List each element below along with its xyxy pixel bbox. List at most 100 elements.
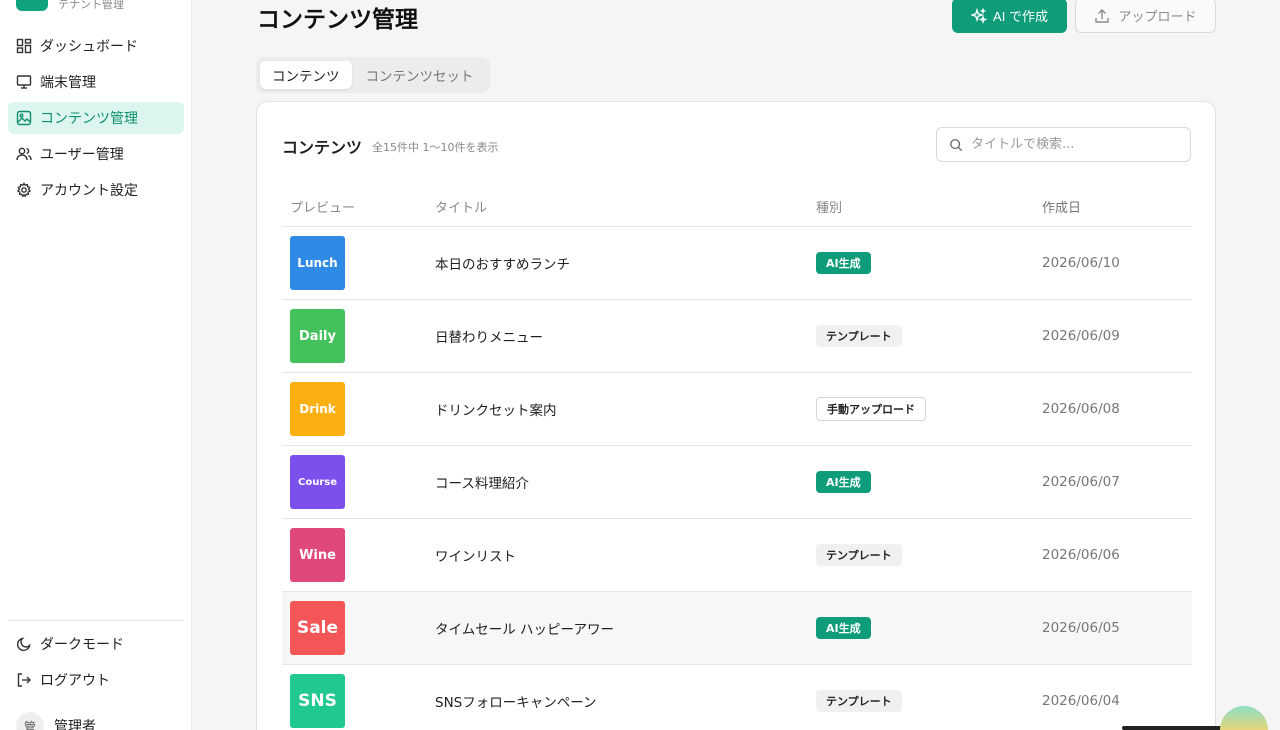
dashboard-icon: [16, 38, 32, 54]
ai-create-label: AI で作成: [993, 9, 1048, 24]
sidebar-nav: ダッシュボード 端末管理 コンテンツ管理 ユーザー管理 アカウント設定: [8, 30, 184, 210]
type-badge: AI生成: [816, 617, 871, 639]
title-cell[interactable]: SNSフォローキャンペーン: [427, 691, 808, 711]
title-cell[interactable]: ドリンクセット案内: [427, 399, 808, 419]
floating-assistant-button[interactable]: [1220, 706, 1268, 730]
type-badge: テンプレート: [816, 690, 902, 712]
search-input[interactable]: [971, 137, 1171, 152]
type-badge: テンプレート: [816, 325, 902, 347]
page-title: コンテンツ管理: [257, 7, 418, 33]
sidebar: テナント管理 ダッシュボード 端末管理 コンテンツ管理 ユーザー管理 アカウント…: [0, 0, 192, 730]
created-date-cell: 2026/06/04: [1042, 693, 1120, 709]
monitor-icon: [16, 75, 32, 89]
logout-button[interactable]: ログアウト: [8, 664, 184, 696]
gear-icon: [16, 182, 32, 198]
users-icon: [16, 147, 32, 161]
avatar: 管: [16, 712, 44, 730]
type-cell: AI生成: [808, 252, 1034, 274]
table-row[interactable]: Drink ドリンクセット案内 手動アップロード 2026/06/08: [282, 373, 1192, 446]
title-cell[interactable]: ワインリスト: [427, 545, 808, 565]
sidebar-item-users[interactable]: ユーザー管理: [8, 138, 184, 170]
table-row[interactable]: SNS SNSフォローキャンペーン テンプレート 2026/06/04: [282, 665, 1192, 730]
table-row[interactable]: Wine ワインリスト テンプレート 2026/06/06: [282, 519, 1192, 592]
title-cell[interactable]: 本日のおすすめランチ: [427, 253, 808, 273]
table-body: Lunch 本日のおすすめランチ AI生成 2026/06/10 Daily 日…: [282, 227, 1192, 730]
sidebar-item-dashboard[interactable]: ダッシュボード: [8, 30, 184, 62]
type-cell: AI生成: [808, 471, 1034, 493]
table-row[interactable]: Daily 日替わりメニュー テンプレート 2026/06/09: [282, 300, 1192, 373]
sidebar-item-label: コンテンツ管理: [40, 111, 138, 127]
preview-thumbnail[interactable]: Sale: [290, 601, 345, 655]
brand-subtitle: テナント管理: [58, 0, 124, 11]
card-title: コンテンツ: [282, 138, 363, 157]
column-header-preview[interactable]: プレビュー: [282, 197, 427, 216]
preview-thumbnail[interactable]: Lunch: [290, 236, 345, 290]
type-cell: テンプレート: [808, 544, 1034, 566]
title-cell[interactable]: 日替わりメニュー: [427, 326, 808, 346]
type-badge: AI生成: [816, 471, 871, 493]
upload-icon: [1095, 8, 1110, 23]
sidebar-item-contents[interactable]: コンテンツ管理: [8, 102, 184, 134]
contents-table: プレビュー タイトル 種別 作成日 Lunch 本日のおすすめランチ AI生成 …: [282, 186, 1192, 730]
search-icon: [950, 138, 963, 151]
result-count: 全15件中 1〜10件を表示: [372, 141, 499, 154]
title-cell[interactable]: タイムセール ハッピーアワー: [427, 618, 808, 638]
logout-icon: [17, 673, 31, 687]
floating-toolbar: [1122, 726, 1222, 730]
ai-create-button[interactable]: AI で作成: [952, 0, 1067, 33]
image-icon: [16, 110, 32, 126]
type-cell: テンプレート: [808, 325, 1034, 347]
column-header-title[interactable]: タイトル: [427, 197, 808, 216]
preview-cell: Course: [282, 455, 427, 509]
preview-thumbnail[interactable]: SNS: [290, 674, 345, 728]
column-header-created[interactable]: 作成日: [1034, 197, 1192, 216]
sidebar-item-label: アカウント設定: [40, 183, 138, 199]
table-row[interactable]: Sale タイムセール ハッピーアワー AI生成 2026/06/05: [282, 592, 1192, 665]
preview-thumbnail[interactable]: Wine: [290, 528, 345, 582]
preview-cell: Drink: [282, 382, 427, 436]
preview-cell: Lunch: [282, 236, 427, 290]
dark-mode-label: ダークモード: [40, 637, 124, 653]
brand: テナント管理: [16, 0, 124, 12]
sparkles-icon: [971, 7, 988, 24]
type-cell: AI生成: [808, 617, 1034, 639]
title-cell[interactable]: コース料理紹介: [427, 472, 808, 492]
created-date-cell: 2026/06/07: [1042, 474, 1120, 490]
sidebar-item-label: 端末管理: [40, 75, 96, 91]
type-badge: 手動アップロード: [816, 397, 926, 421]
sidebar-item-label: ユーザー管理: [40, 147, 124, 163]
created-date-cell: 2026/06/10: [1042, 255, 1120, 271]
upload-button[interactable]: アップロード: [1075, 0, 1216, 33]
preview-cell: Sale: [282, 601, 427, 655]
preview-cell: SNS: [282, 674, 427, 728]
table-row[interactable]: Course コース料理紹介 AI生成 2026/06/07: [282, 446, 1192, 519]
created-date-cell: 2026/06/05: [1042, 620, 1120, 636]
search-box[interactable]: [936, 127, 1191, 162]
type-badge: テンプレート: [816, 544, 902, 566]
brand-logo: [16, 0, 48, 11]
preview-thumbnail[interactable]: Drink: [290, 382, 345, 436]
table-header: プレビュー タイトル 種別 作成日: [282, 186, 1192, 227]
sidebar-divider: [8, 620, 184, 621]
preview-thumbnail[interactable]: Daily: [290, 309, 345, 363]
tab-contents[interactable]: コンテンツ: [260, 61, 352, 89]
preview-cell: Wine: [282, 528, 427, 582]
contents-card: コンテンツ 全15件中 1〜10件を表示 プレビュー タイトル 種別 作成日 L…: [256, 101, 1216, 730]
sidebar-item-devices[interactable]: 端末管理: [8, 66, 184, 98]
type-badge: AI生成: [816, 252, 871, 274]
dark-mode-toggle[interactable]: ダークモード: [8, 628, 184, 660]
type-cell: 手動アップロード: [808, 397, 1034, 421]
moon-icon: [16, 637, 31, 652]
preview-thumbnail[interactable]: Course: [290, 455, 345, 509]
user-profile[interactable]: 管 管理者: [16, 712, 96, 730]
sidebar-item-label: ダッシュボード: [40, 39, 138, 55]
sidebar-item-account-settings[interactable]: アカウント設定: [8, 174, 184, 206]
created-date-cell: 2026/06/08: [1042, 401, 1120, 417]
created-date-cell: 2026/06/06: [1042, 547, 1120, 563]
table-row[interactable]: Lunch 本日のおすすめランチ AI生成 2026/06/10: [282, 227, 1192, 300]
column-header-type[interactable]: 種別: [808, 197, 1034, 216]
tab-content-sets[interactable]: コンテンツセット: [354, 61, 486, 89]
user-name: 管理者: [54, 719, 96, 730]
created-date-cell: 2026/06/09: [1042, 328, 1120, 344]
content-tabs: コンテンツ コンテンツセット: [256, 57, 490, 93]
